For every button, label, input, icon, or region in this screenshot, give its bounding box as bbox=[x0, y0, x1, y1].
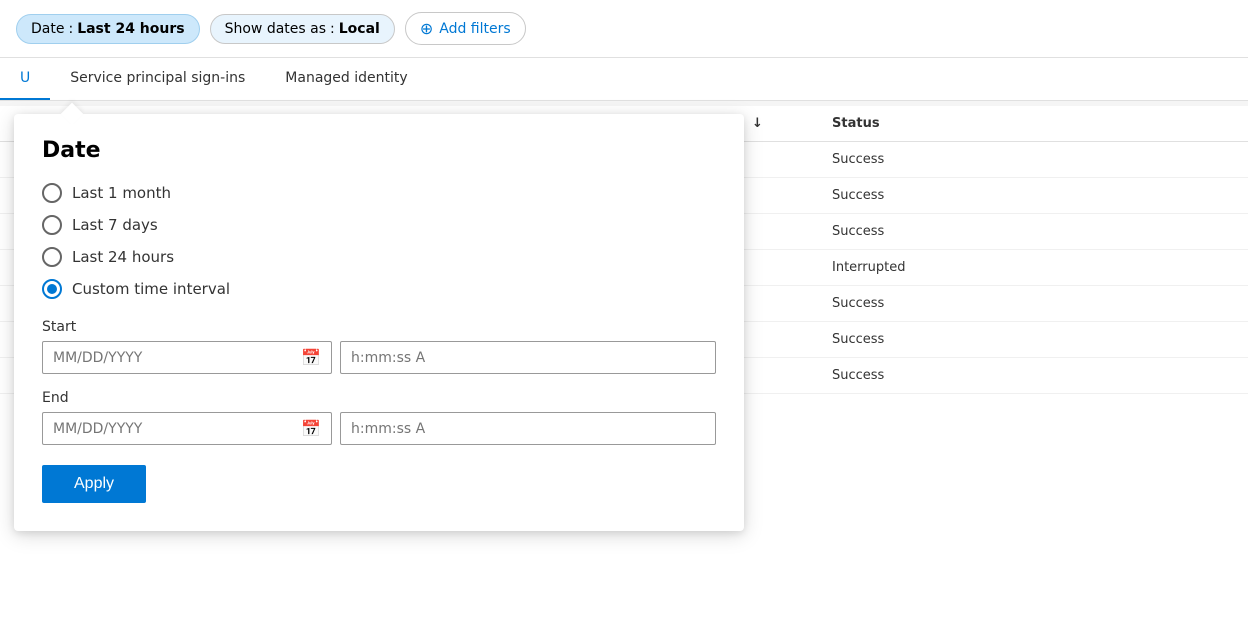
cell-spacer bbox=[752, 152, 832, 167]
tab-service-principal-label: Service principal sign-ins bbox=[70, 70, 245, 86]
add-filters-icon: ⊕ bbox=[420, 19, 433, 38]
tab-managed-identity[interactable]: Managed identity bbox=[265, 58, 427, 100]
cell-spacer bbox=[752, 296, 832, 311]
show-dates-chip[interactable]: Show dates as : Local bbox=[210, 14, 395, 44]
radio-label-custom: Custom time interval bbox=[72, 280, 230, 298]
end-date-input-wrap[interactable]: 📅 bbox=[42, 412, 332, 445]
end-time-input-wrap[interactable] bbox=[340, 412, 716, 445]
end-calendar-icon[interactable]: 📅 bbox=[301, 419, 321, 438]
radio-inner-custom bbox=[47, 284, 57, 294]
show-dates-value: Local bbox=[339, 21, 380, 37]
start-time-input-wrap[interactable] bbox=[340, 341, 716, 374]
cell-status: Success bbox=[832, 296, 1052, 311]
cell-extra bbox=[1052, 332, 1232, 347]
start-date-row: 📅 bbox=[42, 341, 716, 374]
show-dates-separator: : bbox=[330, 21, 335, 37]
cell-spacer bbox=[752, 368, 832, 383]
date-chip-label: Date bbox=[31, 21, 64, 37]
panel-title: Date bbox=[42, 138, 716, 163]
radio-circle-last24hours bbox=[42, 247, 62, 267]
tab-service-principal[interactable]: Service principal sign-ins bbox=[50, 58, 265, 100]
col-header-extra bbox=[1052, 116, 1232, 131]
radio-circle-custom bbox=[42, 279, 62, 299]
end-date-input[interactable] bbox=[53, 421, 297, 437]
radio-label-last1month: Last 1 month bbox=[72, 184, 171, 202]
show-dates-label: Show dates as bbox=[225, 21, 326, 37]
col-header-sort[interactable]: ↓ bbox=[752, 116, 832, 131]
cell-status: Interrupted bbox=[832, 260, 1052, 275]
date-section: Start 📅 End 📅 Apply bbox=[42, 319, 716, 503]
radio-last24hours[interactable]: Last 24 hours bbox=[42, 247, 716, 267]
end-label: End bbox=[42, 390, 716, 406]
cell-status: Success bbox=[832, 152, 1052, 167]
radio-last1month[interactable]: Last 1 month bbox=[42, 183, 716, 203]
cell-spacer bbox=[752, 188, 832, 203]
start-date-input[interactable] bbox=[53, 350, 297, 366]
radio-circle-last1month bbox=[42, 183, 62, 203]
cell-spacer bbox=[752, 224, 832, 239]
tab-user[interactable]: U bbox=[0, 58, 50, 100]
date-chip-value: Last 24 hours bbox=[77, 21, 184, 37]
cell-extra bbox=[1052, 368, 1232, 383]
start-date-input-wrap[interactable]: 📅 bbox=[42, 341, 332, 374]
filter-bar: Date : Last 24 hours Show dates as : Loc… bbox=[0, 0, 1248, 58]
cell-spacer bbox=[752, 332, 832, 347]
cell-extra bbox=[1052, 260, 1232, 275]
cell-status: Success bbox=[832, 224, 1052, 239]
end-time-input[interactable] bbox=[351, 421, 705, 437]
start-calendar-icon[interactable]: 📅 bbox=[301, 348, 321, 367]
add-filters-button[interactable]: ⊕ Add filters bbox=[405, 12, 526, 45]
radio-label-last24hours: Last 24 hours bbox=[72, 248, 174, 266]
date-filter-chip[interactable]: Date : Last 24 hours bbox=[16, 14, 200, 44]
cell-status: Success bbox=[832, 368, 1052, 383]
col-status-label: Status bbox=[832, 116, 880, 131]
tabs-row: U Service principal sign-ins Managed ide… bbox=[0, 58, 1248, 101]
add-filters-label: Add filters bbox=[439, 21, 510, 37]
radio-label-last7days: Last 7 days bbox=[72, 216, 158, 234]
date-dropdown-panel: Date Last 1 month Last 7 days Last 24 ho… bbox=[14, 114, 744, 531]
cell-extra bbox=[1052, 296, 1232, 311]
radio-last7days[interactable]: Last 7 days bbox=[42, 215, 716, 235]
date-chip-separator: : bbox=[68, 21, 73, 37]
radio-group: Last 1 month Last 7 days Last 24 hours C… bbox=[42, 183, 716, 299]
cell-extra bbox=[1052, 224, 1232, 239]
cell-status: Success bbox=[832, 188, 1052, 203]
cell-status: Success bbox=[832, 332, 1052, 347]
start-time-input[interactable] bbox=[351, 350, 705, 366]
end-date-row: 📅 bbox=[42, 412, 716, 445]
tab-user-label: U bbox=[20, 70, 30, 86]
cell-spacer bbox=[752, 260, 832, 275]
cell-extra bbox=[1052, 152, 1232, 167]
apply-button[interactable]: Apply bbox=[42, 465, 146, 503]
radio-custom[interactable]: Custom time interval bbox=[42, 279, 716, 299]
start-label: Start bbox=[42, 319, 716, 335]
tab-managed-identity-label: Managed identity bbox=[285, 70, 407, 86]
main-area: U Service principal sign-ins Managed ide… bbox=[0, 58, 1248, 644]
radio-circle-last7days bbox=[42, 215, 62, 235]
cell-extra bbox=[1052, 188, 1232, 203]
col-header-status: Status bbox=[832, 116, 1052, 131]
col-sort-label: ↓ bbox=[752, 116, 763, 131]
